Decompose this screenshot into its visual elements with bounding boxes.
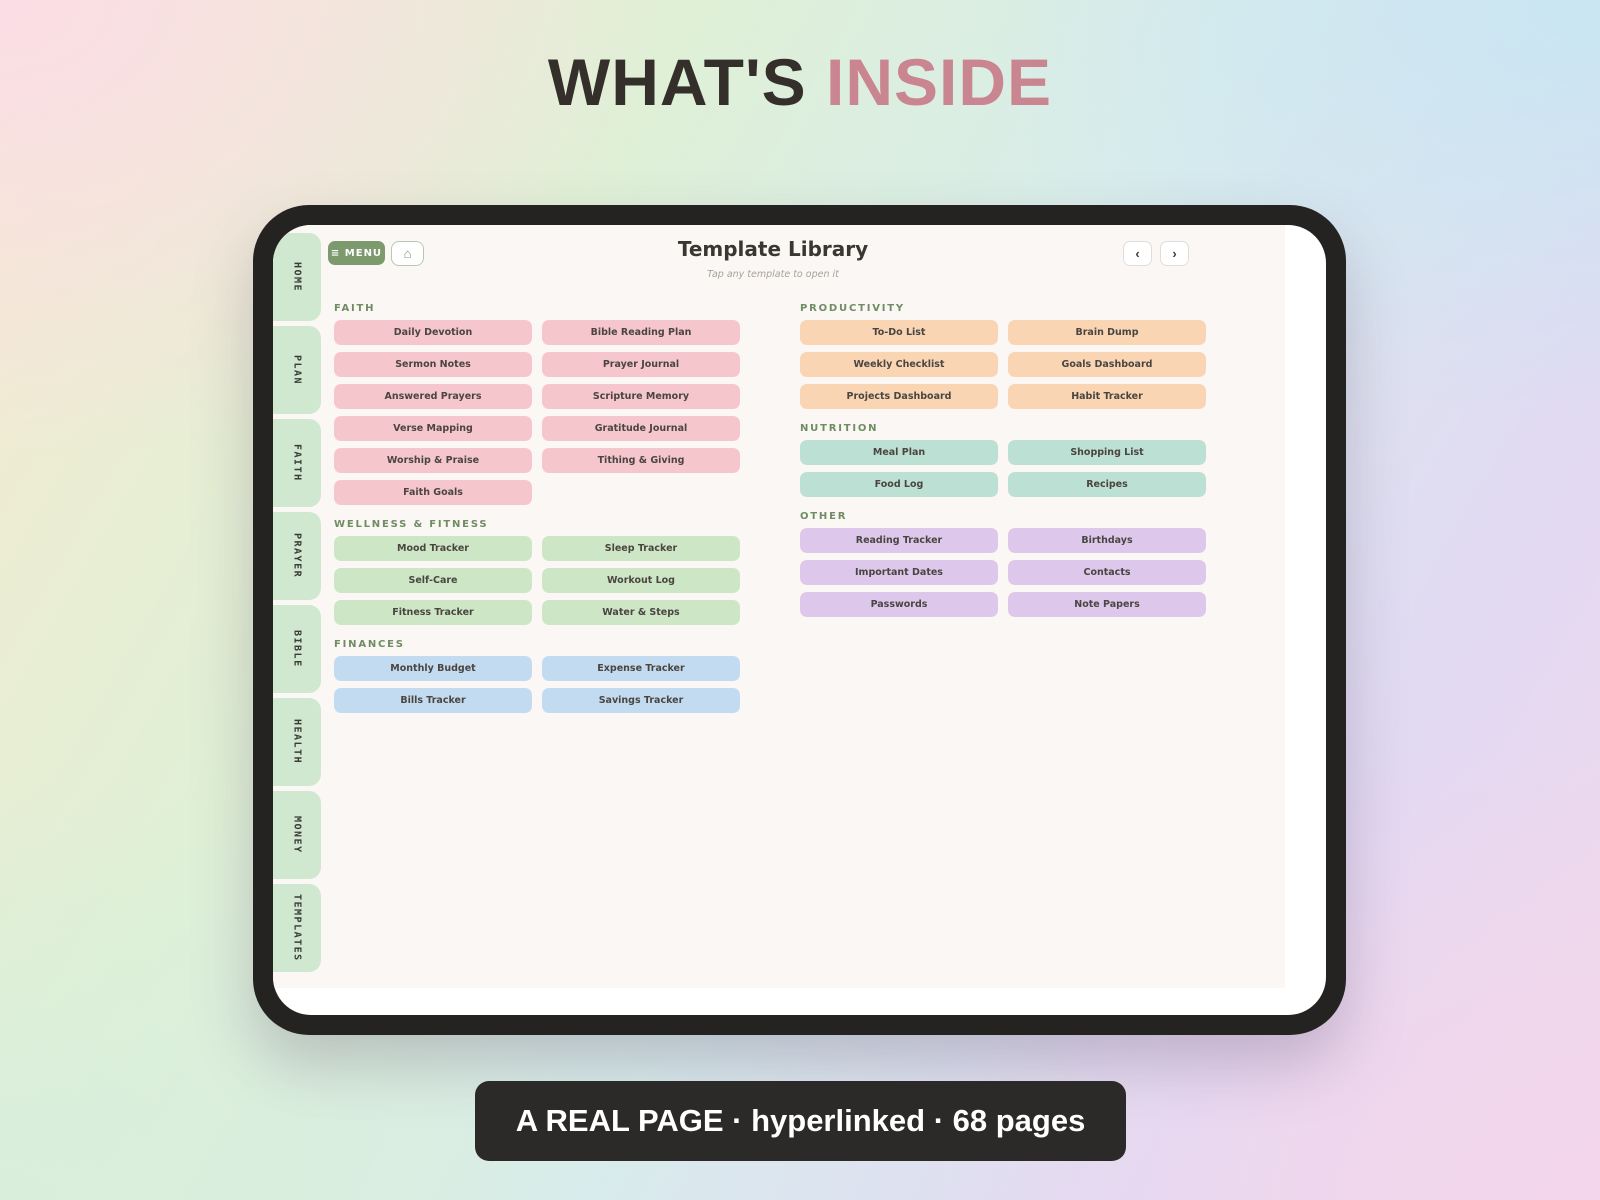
chevron-right-icon[interactable]: › [1160, 241, 1189, 266]
tab-prayer[interactable]: PRAYER [273, 512, 321, 600]
section-title: OTHER [800, 511, 848, 522]
section-other: OTHER Reading Tracker Birthdays Important … [800, 509, 1206, 617]
tab-faith[interactable]: FAITH [273, 419, 321, 507]
tab-label: MONEY [291, 816, 303, 854]
tab-health[interactable]: HEALTH [273, 698, 321, 786]
template-grid: Daily Devotion Bible Reading Plan Sermon N… [334, 320, 740, 505]
template-button[interactable]: Workout Log [542, 568, 740, 593]
template-button[interactable]: Scripture Memory [542, 384, 740, 409]
tab-templates[interactable]: TEMPLATES [273, 884, 321, 972]
tab-bible[interactable]: BIBLE [273, 605, 321, 693]
template-button[interactable]: Prayer Journal [542, 352, 740, 377]
template-grid: Reading Tracker Birthdays Important Dates C… [800, 528, 1206, 617]
template-button[interactable]: Bible Reading Plan [542, 320, 740, 345]
section-title: WELLNESS & FITNESS [334, 519, 489, 530]
template-button[interactable]: Tithing & Giving [542, 448, 740, 473]
tab-label: PRAYER [291, 533, 303, 579]
tab-label: HOME [291, 261, 303, 293]
template-button[interactable]: Fitness Tracker [334, 600, 532, 625]
planner-page: HOME PLAN FAITH PRAYER BIBLE HEALTH MONE… [273, 225, 1285, 988]
template-button[interactable]: Answered Prayers [334, 384, 532, 409]
tab-label: BIBLE [291, 630, 303, 668]
template-button[interactable]: Gratitude Journal [542, 416, 740, 441]
section-wellness: WELLNESS & FITNESS Mood Tracker Sleep Tra… [334, 517, 740, 625]
tablet-frame: HOME PLAN FAITH PRAYER BIBLE HEALTH MONE… [253, 205, 1346, 1035]
template-button[interactable]: Birthdays [1008, 528, 1206, 553]
section-nutrition: NUTRITION Meal Plan Shopping List Food Log… [800, 421, 1206, 497]
template-button[interactable]: Sleep Tracker [542, 536, 740, 561]
tab-label: HEALTH [291, 719, 303, 765]
template-button[interactable]: Goals Dashboard [1008, 352, 1206, 377]
template-button[interactable]: Meal Plan [800, 440, 998, 465]
chevron-left-icon[interactable]: ‹ [1123, 241, 1152, 266]
tab-label: TEMPLATES [291, 894, 303, 962]
section-title: PRODUCTIVITY [800, 303, 905, 314]
template-button[interactable]: Weekly Checklist [800, 352, 998, 377]
template-button[interactable]: Worship & Praise [334, 448, 532, 473]
template-grid: Monthly Budget Expense Tracker Bills Track… [334, 656, 740, 713]
template-grid: To-Do List Brain Dump Weekly Checklist Goal… [800, 320, 1206, 409]
side-tabs: HOME PLAN FAITH PRAYER BIBLE HEALTH MONE… [273, 233, 321, 977]
section-finances: FINANCES Monthly Budget Expense Tracker Bi… [334, 637, 740, 713]
template-button[interactable]: Reading Tracker [800, 528, 998, 553]
tab-plan[interactable]: PLAN [273, 326, 321, 414]
section-title: FINANCES [334, 639, 405, 650]
template-button[interactable]: Expense Tracker [542, 656, 740, 681]
template-button[interactable]: Passwords [800, 592, 998, 617]
menu-button[interactable]: ≡ MENU [328, 241, 385, 265]
headline-main: WHAT'S [547, 45, 807, 119]
template-button[interactable]: Important Dates [800, 560, 998, 585]
tablet-screen: HOME PLAN FAITH PRAYER BIBLE HEALTH MONE… [273, 225, 1326, 1015]
tab-money[interactable]: MONEY [273, 791, 321, 879]
template-button[interactable]: Sermon Notes [334, 352, 532, 377]
headline-accent: INSIDE [826, 45, 1053, 119]
template-button[interactable]: Habit Tracker [1008, 384, 1206, 409]
section-productivity: PRODUCTIVITY To-Do List Brain Dump Weekly … [800, 301, 1206, 409]
left-column: FAITH Daily Devotion Bible Reading Plan Se… [334, 301, 740, 725]
template-button[interactable]: Contacts [1008, 560, 1206, 585]
template-button[interactable]: Faith Goals [334, 480, 532, 505]
template-button[interactable]: Bills Tracker [334, 688, 532, 713]
template-button[interactable]: Monthly Budget [334, 656, 532, 681]
page-subtitle: Tap any template to open it [707, 269, 839, 280]
home-icon[interactable]: ⌂ [391, 241, 424, 266]
template-button[interactable]: Self-Care [334, 568, 532, 593]
tab-label: PLAN [291, 354, 303, 386]
right-column: PRODUCTIVITY To-Do List Brain Dump Weekly … [800, 301, 1206, 629]
template-button[interactable]: Shopping List [1008, 440, 1206, 465]
template-button[interactable]: Daily Devotion [334, 320, 532, 345]
section-title: FAITH [334, 303, 376, 314]
template-button[interactable]: Water & Steps [542, 600, 740, 625]
template-button[interactable]: Projects Dashboard [800, 384, 998, 409]
template-button[interactable]: Brain Dump [1008, 320, 1206, 345]
page-title: Template Library [677, 237, 869, 261]
template-button[interactable]: Verse Mapping [334, 416, 532, 441]
tab-home[interactable]: HOME [273, 233, 321, 321]
template-button[interactable]: Note Papers [1008, 592, 1206, 617]
template-button[interactable]: Mood Tracker [334, 536, 532, 561]
section-title: NUTRITION [800, 423, 879, 434]
template-button[interactable]: To-Do List [800, 320, 998, 345]
tab-label: FAITH [291, 444, 303, 482]
caption-banner: A REAL PAGE · hyperlinked · 68 pages [475, 1081, 1126, 1161]
headline: WHAT'S INSIDE [0, 44, 1600, 120]
template-grid: Meal Plan Shopping List Food Log Recipes [800, 440, 1206, 497]
section-faith: FAITH Daily Devotion Bible Reading Plan Se… [334, 301, 740, 505]
template-grid: Mood Tracker Sleep Tracker Self-Care Workou… [334, 536, 740, 625]
template-button[interactable]: Food Log [800, 472, 998, 497]
template-button[interactable]: Savings Tracker [542, 688, 740, 713]
template-button[interactable]: Recipes [1008, 472, 1206, 497]
